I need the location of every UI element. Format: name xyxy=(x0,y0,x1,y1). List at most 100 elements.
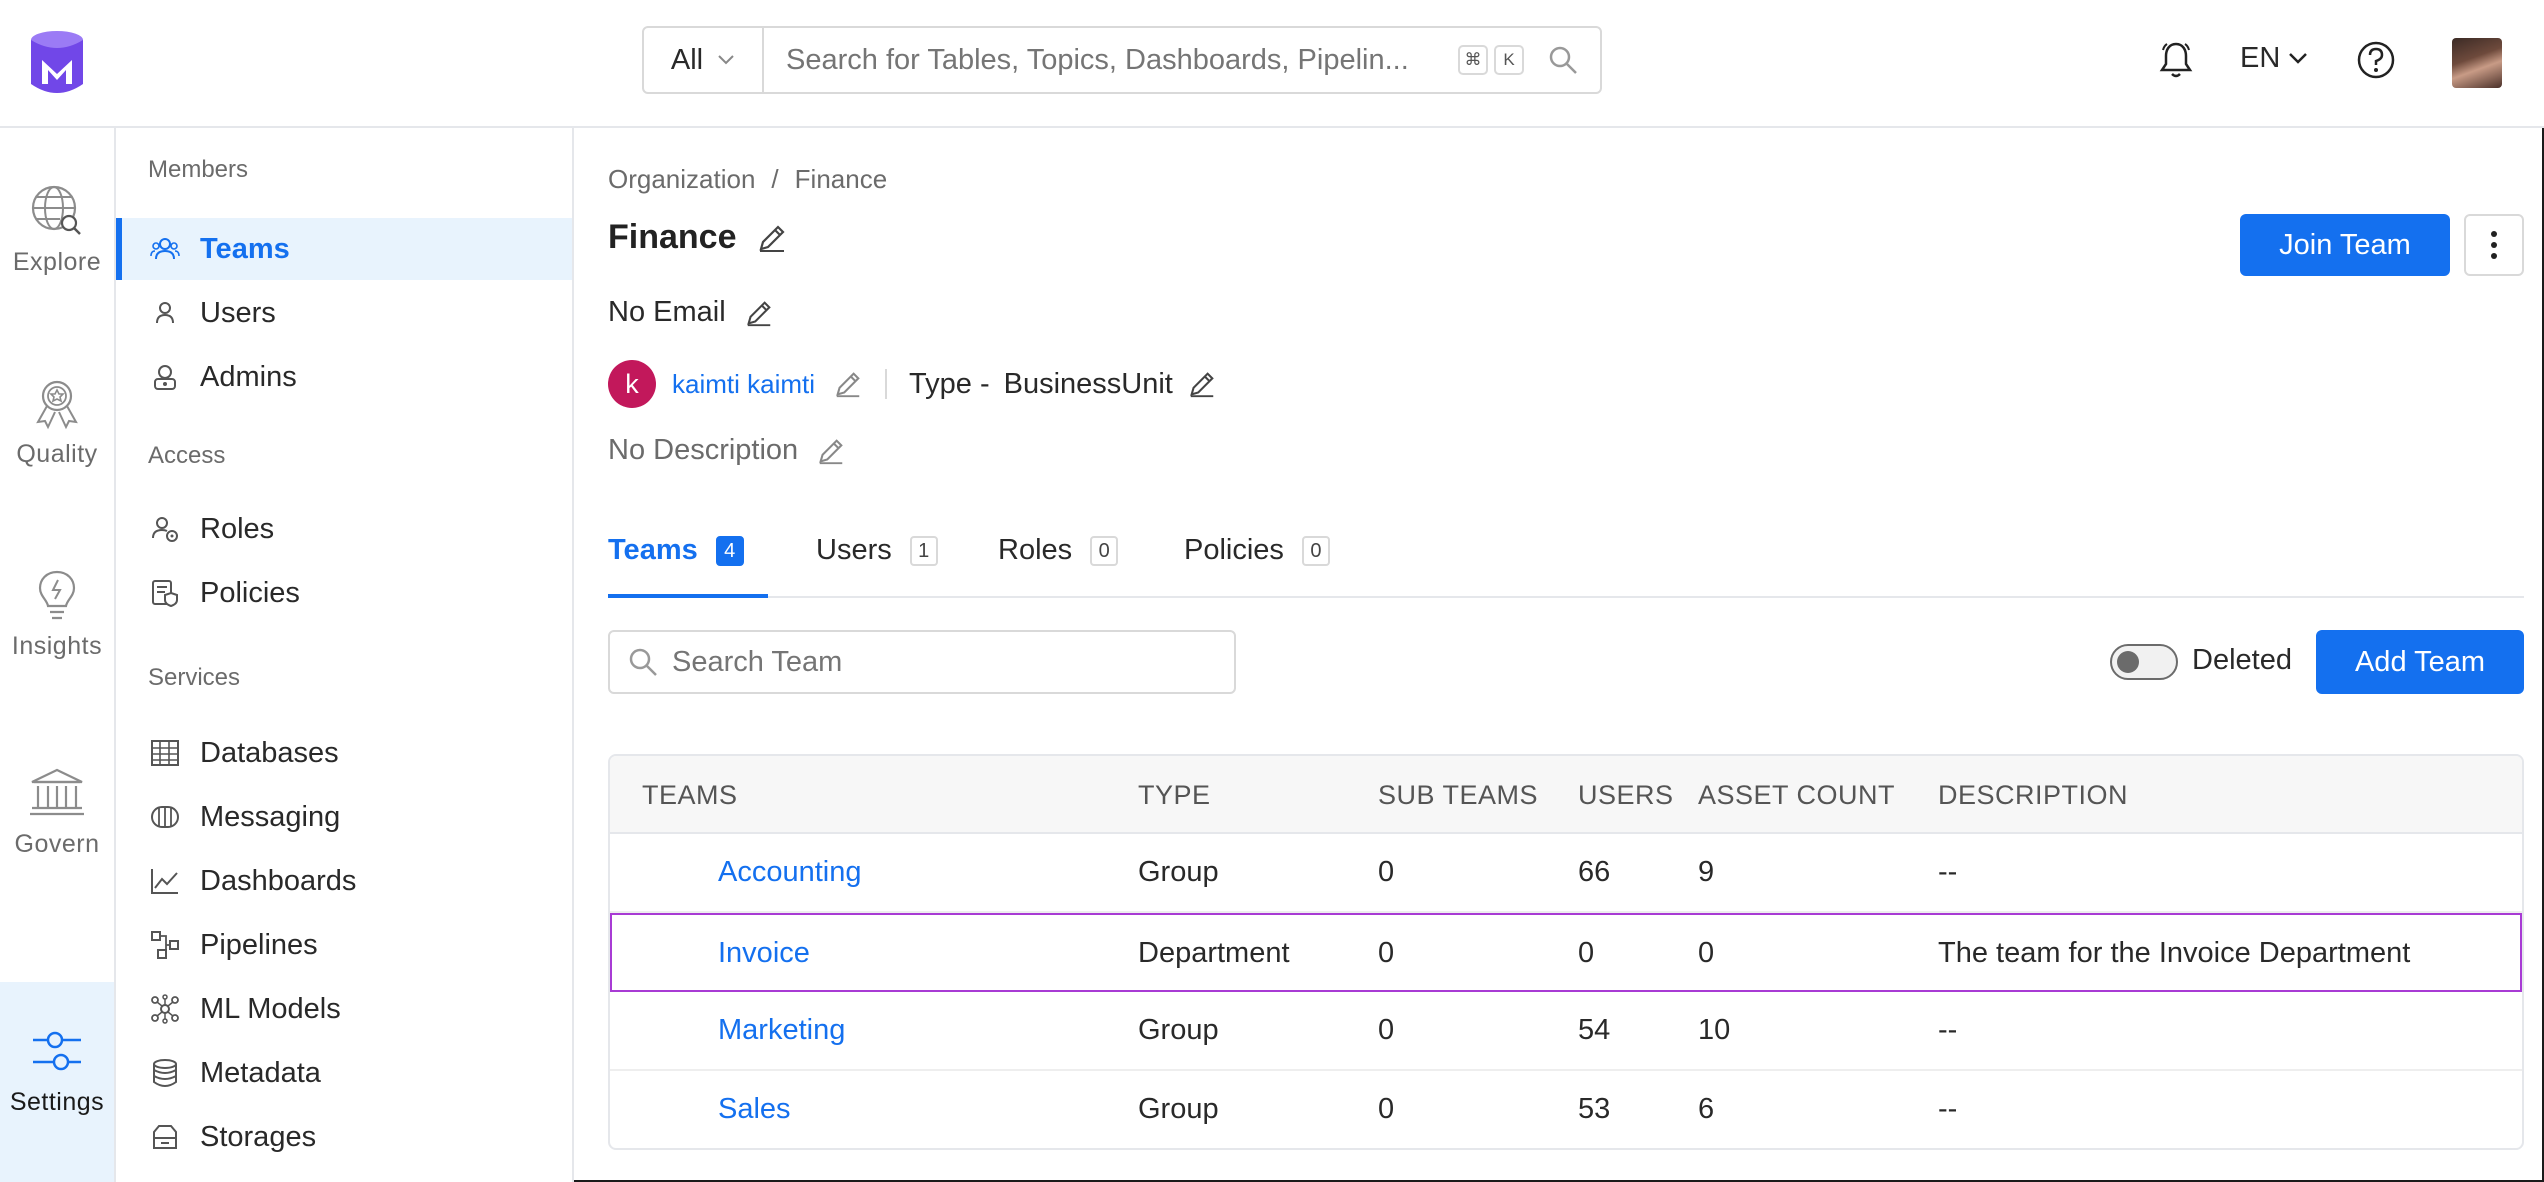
menu-item-label: ML Models xyxy=(200,992,341,1025)
owner-type-row: k kaimti kaimti Type - BusinessUnit xyxy=(608,360,1217,408)
table-row[interactable]: Marketing Group 0 54 10 -- xyxy=(610,992,2522,1071)
edit-email-icon[interactable] xyxy=(744,298,774,328)
team-type-cell: Department xyxy=(1138,937,1290,969)
notification-bell-icon[interactable] xyxy=(2158,40,2194,80)
menu-item-label: Admins xyxy=(200,360,297,393)
section-title-services: Services xyxy=(148,664,241,691)
tab-users[interactable]: Users 1 xyxy=(816,528,938,598)
tab-teams[interactable]: Teams 4 xyxy=(608,528,768,598)
tab-count: 1 xyxy=(909,536,938,566)
help-icon[interactable] xyxy=(2356,40,2396,80)
top-bar: All ⌘ K EN xyxy=(0,0,2544,128)
menu-item-label: Databases xyxy=(200,736,339,769)
tab-count: 0 xyxy=(1301,536,1330,566)
search-icon[interactable] xyxy=(1548,45,1578,75)
tab-roles[interactable]: Roles 0 xyxy=(998,528,1119,598)
edit-owner-icon[interactable] xyxy=(833,369,863,399)
join-team-button[interactable]: Join Team xyxy=(2240,214,2450,276)
menu-item-pipelines[interactable]: Pipelines xyxy=(116,914,572,976)
tab-label: Policies xyxy=(1184,534,1284,566)
add-team-button[interactable]: Add Team xyxy=(2316,630,2524,694)
search-scope-dropdown[interactable]: All xyxy=(644,28,764,92)
menu-item-metadata[interactable]: Metadata xyxy=(116,1042,572,1104)
column-header-type: TYPE xyxy=(1138,780,1211,810)
menu-item-databases[interactable]: Databases xyxy=(116,722,572,784)
menu-item-label: Messaging xyxy=(200,800,341,833)
search-icon xyxy=(629,648,657,676)
insights-icon xyxy=(38,570,76,620)
teams-table: TEAMS TYPE SUB TEAMS USERS ASSET COUNT D… xyxy=(608,754,2524,1150)
global-search-input[interactable] xyxy=(764,43,1458,77)
team-name-link[interactable]: Accounting xyxy=(718,856,862,889)
sub-teams-cell: 0 xyxy=(1378,937,1395,969)
asset-count-cell: 10 xyxy=(1698,1014,1731,1046)
menu-item-ml-models[interactable]: ML Models xyxy=(116,978,572,1040)
menu-item-label: Policies xyxy=(200,576,300,609)
tab-policies[interactable]: Policies 0 xyxy=(1184,528,1330,598)
menu-item-label: Roles xyxy=(200,512,275,545)
search-scope-label: All xyxy=(670,43,704,76)
menu-item-messaging[interactable]: Messaging xyxy=(116,786,572,848)
sub-teams-cell: 0 xyxy=(1378,1014,1395,1046)
more-options-button[interactable] xyxy=(2464,214,2524,276)
tab-label: Roles xyxy=(998,534,1073,566)
rail-item-settings[interactable]: Settings xyxy=(0,982,114,1182)
edit-description-icon[interactable] xyxy=(816,436,846,466)
menu-item-teams[interactable]: Teams xyxy=(116,218,572,280)
section-title-members: Members xyxy=(148,156,249,183)
left-nav-rail: Explore Quality Insights Govern Settings xyxy=(0,128,116,1182)
app-logo-icon[interactable] xyxy=(28,30,86,96)
menu-item-users[interactable]: Users xyxy=(116,282,572,344)
asset-count-cell: 6 xyxy=(1698,1093,1715,1125)
tab-count: 4 xyxy=(715,536,744,566)
chevron-down-icon xyxy=(2289,52,2308,64)
column-header-asset-count: ASSET COUNT xyxy=(1698,780,1896,810)
rail-item-explore[interactable]: Explore xyxy=(0,184,114,277)
menu-item-admins[interactable]: Admins xyxy=(116,346,572,408)
description-row: No Description xyxy=(608,434,846,467)
rail-label: Settings xyxy=(9,1088,105,1116)
breadcrumb-organization[interactable]: Organization xyxy=(608,164,755,195)
table-header: TEAMS TYPE SUB TEAMS USERS ASSET COUNT D… xyxy=(610,756,2522,834)
deleted-toggle[interactable] xyxy=(2110,644,2178,680)
menu-item-label: Teams xyxy=(200,232,290,265)
page-title: Finance xyxy=(608,218,737,256)
rail-item-govern[interactable]: Govern xyxy=(0,766,114,859)
more-vertical-icon xyxy=(2491,231,2497,259)
section-title-access: Access xyxy=(148,442,226,469)
menu-item-policies[interactable]: Policies xyxy=(116,562,572,624)
team-search-input[interactable] xyxy=(672,645,1212,679)
menu-item-dashboards[interactable]: Dashboards xyxy=(116,850,572,912)
team-name-link[interactable]: Marketing xyxy=(718,1014,845,1047)
menu-item-label: Pipelines xyxy=(200,928,318,961)
tab-label: Teams xyxy=(608,534,698,566)
owner-link[interactable]: kaimti kaimti xyxy=(672,369,815,400)
rail-item-insights[interactable]: Insights xyxy=(0,568,114,661)
toggle-knob xyxy=(2117,651,2139,673)
description-cell: -- xyxy=(1938,856,1958,888)
tab-label: Users xyxy=(816,534,892,566)
table-row[interactable]: Invoice Department 0 0 0 The team for th… xyxy=(610,913,2522,992)
main-content: Organization / Finance Finance No Email … xyxy=(576,128,2544,1182)
shortcut-cmd-key: ⌘ xyxy=(1458,45,1488,75)
language-selector[interactable]: EN xyxy=(2240,42,2308,75)
global-search: All ⌘ K xyxy=(642,26,1602,94)
chevron-down-icon xyxy=(718,55,734,65)
settings-icon xyxy=(33,1031,81,1071)
table-row[interactable]: Sales Group 0 53 6 -- xyxy=(610,1071,2522,1148)
rail-label: Govern xyxy=(14,830,100,858)
user-avatar[interactable] xyxy=(2452,38,2502,88)
tab-count: 0 xyxy=(1090,536,1119,566)
edit-name-icon[interactable] xyxy=(756,222,788,254)
menu-item-roles[interactable]: Roles xyxy=(116,498,572,560)
edit-type-icon[interactable] xyxy=(1187,369,1217,399)
team-name-link[interactable]: Invoice xyxy=(718,937,810,970)
team-name-link[interactable]: Sales xyxy=(718,1093,791,1126)
owner-avatar: k xyxy=(608,360,656,408)
menu-item-storages[interactable]: Storages xyxy=(116,1106,572,1168)
messaging-icon xyxy=(151,806,179,828)
table-row[interactable]: Accounting Group 0 66 9 -- xyxy=(610,834,2522,913)
roles-icon xyxy=(152,517,178,542)
breadcrumb-separator: / xyxy=(771,164,779,194)
rail-item-quality[interactable]: Quality xyxy=(0,376,114,469)
